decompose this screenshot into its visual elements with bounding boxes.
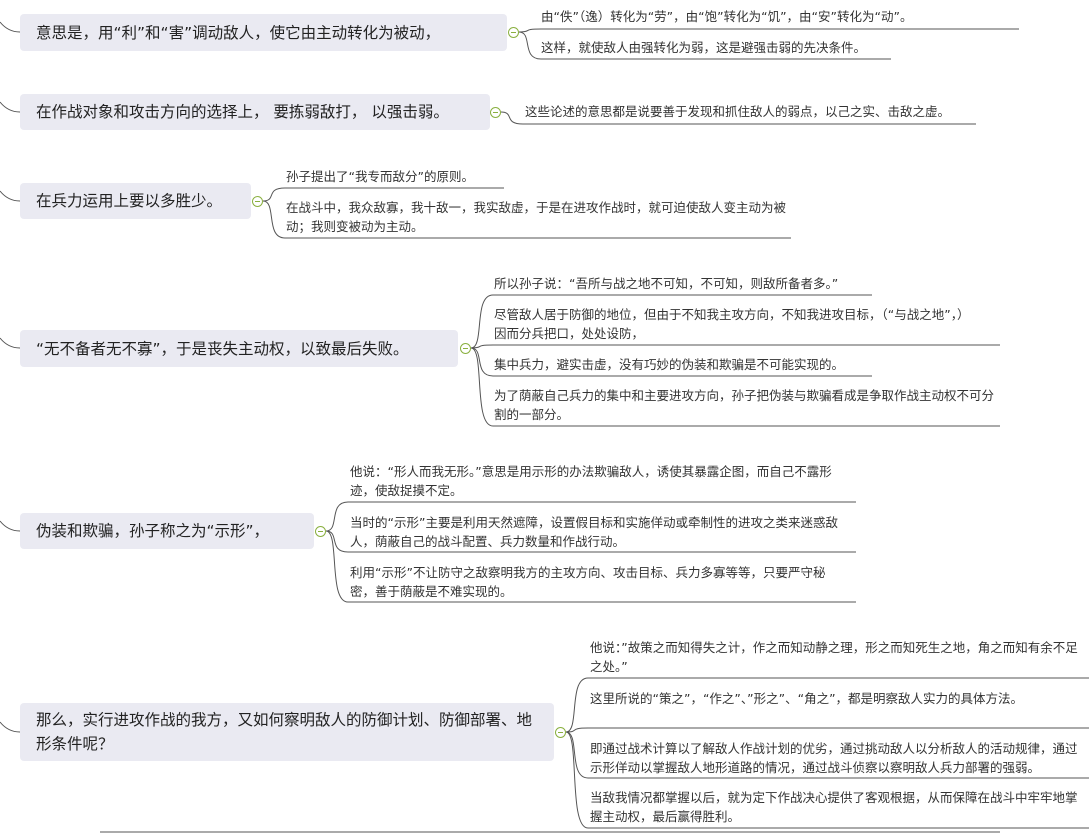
topic-label: 在作战对象和攻击方向的选择上， 要拣弱敌打， 以强击弱。	[36, 103, 449, 121]
topic-label: 那么，实行进攻作战的我方，又如何察明敌人的防御计划、防御部署、地形条件呢？	[36, 711, 533, 753]
collapse-toggle-icon[interactable]	[315, 526, 326, 537]
connector-line	[0, 190, 21, 202]
topic-label: 伪装和欺骗，孙子称之为“示形”，	[36, 522, 270, 540]
topic-node[interactable]: 那么，实行进攻作战的我方，又如何察明敌人的防御计划、防御部署、地形条件呢？	[20, 703, 554, 761]
branch-text: 由“佚”（逸）转化为“劳”，由“饱”转化为“饥”，由“安”转化为“动”。	[541, 9, 913, 24]
collapse-toggle-icon[interactable]	[555, 727, 566, 738]
branch-text: 这些论述的意思都是说要善于发现和抓住敌人的弱点，以己之实、击敌之虚。	[525, 104, 951, 119]
branch-text: 这样，就使敌人由强转化为弱，这是避强击弱的先决条件。	[541, 40, 867, 55]
connector-line	[0, 21, 21, 33]
branch-text: 孙子提出了“我专而敌分”的原则。	[286, 169, 474, 184]
connector-line	[0, 721, 21, 733]
collapse-toggle-icon[interactable]	[508, 27, 519, 38]
branch-text: 即通过战术计算以了解敌人作战计划的优劣，通过挑动敌人以分析敌人的活动规律，通过示…	[590, 741, 1078, 775]
topic-label: 意思是，用“利”和“害”调动敌人，使它由主动转化为被动，	[36, 23, 441, 42]
connector-line	[0, 520, 21, 532]
connector-line	[518, 28, 1019, 33]
branch-text: 当敌我情况都掌握以后，就为定下作战决心提供了客观根据，从而保障在战斗中牢牢地掌握…	[590, 790, 1078, 824]
branch-text: 所以孙子说：“吾所与战之地不可知，不可知，则敌所备者多。”	[494, 276, 839, 291]
connector-line	[0, 101, 21, 113]
topic-node[interactable]: 在作战对象和攻击方向的选择上， 要拣弱敌打， 以强击弱。	[20, 94, 490, 130]
topic-node[interactable]: 伪装和欺骗，孙子称之为“示形”，	[20, 513, 314, 549]
connector-line	[565, 727, 1089, 733]
branch-text: 当时的“示形”主要是利用天然遮障，设置假目标和实施佯动或牵制性的进攻之类来迷惑敌…	[350, 515, 838, 549]
topic-node[interactable]: “无不备者无不寡”，于是丧失主动权，以致最后失败。	[20, 330, 458, 367]
topic-label: 在兵力运用上要以多胜少。	[36, 192, 223, 210]
branch-text: 尽管敌人居于防御的地位，但由于不知我主攻方向，不知我进攻目标，（“与战之地”，）…	[494, 307, 970, 341]
branch-text: 这里所说的“策之”，“作之”、”形之”、“角之”，都是明察敌人实力的具体方法。	[590, 691, 1024, 706]
connector-line	[0, 337, 21, 349]
topic-node[interactable]: 在兵力运用上要以多胜少。	[20, 183, 251, 219]
branch-text: 为了荫蔽自己兵力的集中和主要进攻方向，孙子把伪装与欺骗看成是争取作战主动权不可分…	[494, 388, 995, 422]
topic-label: “无不备者无不寡”，于是丧失主动权，以致最后失败。	[36, 339, 409, 358]
collapse-toggle-icon[interactable]	[252, 196, 263, 207]
branch-text: 利用“示形”不让防守之敌察明我方的主攻方向、攻击目标、兵力多寡等等，只要严守秘密…	[350, 565, 826, 599]
branch-text: 他说：”故策之而知得失之计，作之而知动静之理，形之而知死生之地，角之而知有余不足…	[590, 640, 1078, 674]
branch-text: 在战斗中，我众敌寡，我十敌一，我实敌虚，于是在进攻作战时，就可迫使敌人变主动为被…	[286, 200, 787, 234]
branch-text: 他说：“形人而我无形。”意思是用示形的办法欺骗敌人，诱使其暴露企图，而自己不露形…	[350, 464, 832, 498]
collapse-toggle-icon[interactable]	[460, 343, 471, 354]
collapse-toggle-icon[interactable]	[490, 107, 501, 118]
branch-text: 集中兵力，避实击虚，没有巧妙的伪装和欺骗是不可能实现的。	[494, 357, 845, 372]
topic-node[interactable]: 意思是，用“利”和“害”调动敌人，使它由主动转化为被动，	[20, 14, 507, 51]
connector-line	[470, 344, 1000, 349]
